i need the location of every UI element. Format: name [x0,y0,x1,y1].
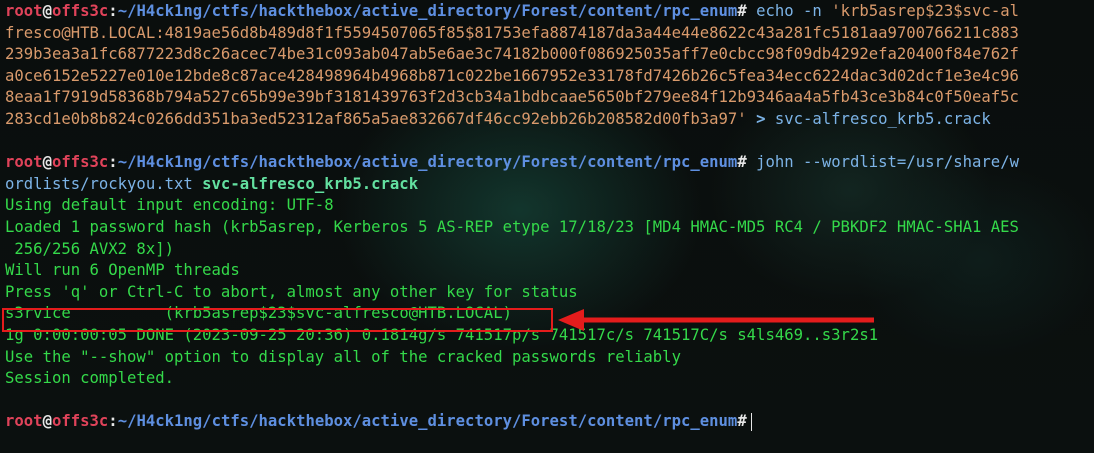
john-output-line: Loaded 1 password hash (krb5asrep, Kerbe… [5,217,1019,236]
john-output-line: Session completed. [5,369,174,388]
echo-command: echo [756,2,794,20]
prompt-line-echo: root@offs3c:~/H4ck1ng/ctfs/hackthebox/ac… [5,2,1019,20]
output-file: svc-alfresco_krb5.crack [774,109,991,128]
john-output-line: Using default input encoding: UTF-8 [5,196,334,215]
prompt-host: offs3c [51,2,109,20]
hash-string-line: fresco@HTB.LOCAL:4819ae56d8b489d8f1f5594… [5,23,1019,42]
john-command: john [756,153,794,172]
text-cursor [750,412,753,431]
annotation-arrow-icon [558,309,874,331]
prompt-path: ~/H4ck1ng/ctfs/hackthebox/active_directo… [117,2,738,20]
john-output-line: Will run 6 OpenMP threads [5,261,240,280]
redirect-operator: > [756,109,766,128]
terminal-output[interactable]: root@offs3c:~/H4ck1ng/ctfs/hackthebox/ac… [5,1,1091,433]
prompt-line-current[interactable]: root@offs3c:~/H4ck1ng/ctfs/hackthebox/ac… [5,411,1091,433]
highlight-box [2,308,553,332]
john-output-line: 256/256 AVX2 8x]) [5,239,174,258]
john-output-line: Use the "--show" option to display all o… [5,347,681,366]
wordlist-arg: --wordlist=/usr/share/w [803,153,1019,172]
hash-string-start: 'krb5asrep$23$svc-al [831,2,1019,20]
prompt-line-john: root@offs3c:~/H4ck1ng/ctfs/hackthebox/ac… [5,153,1019,172]
hash-string-end-line: 283cd1e0b8b824c0266dd351ba3ed52312af865a… [5,109,991,128]
hash-string-line: 8eaa1f7919d58368b794a527c65b99e39bf31814… [5,88,1019,107]
hash-string-line: a0ce6152e5227e010e12bde8c87ace428498964b… [5,66,1019,85]
prompt-user: root [5,2,43,20]
hash-string-line: 239b3ea3a1fc6877223d8c26acec74be31c093ab… [5,45,1019,64]
john-output-line: Press 'q' or Ctrl-C to abort, almost any… [5,282,578,301]
wordlist-arg-wrap: ordlists/rockyou.txt svc-alfresco_krb5.c… [5,174,419,193]
crack-target-file: svc-alfresco_krb5.crack [202,174,419,193]
